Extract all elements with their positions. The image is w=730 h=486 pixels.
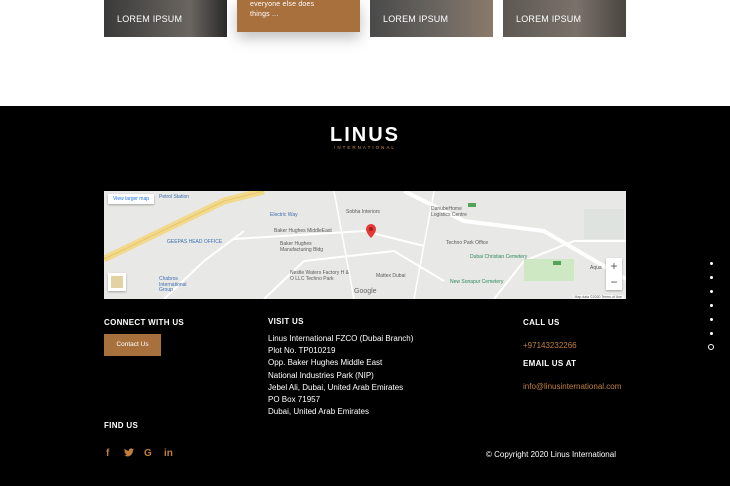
zoom-control[interactable]: + − (606, 258, 622, 290)
feature-card-active[interactable]: everyone else does things ... (237, 0, 360, 32)
map-label: Mattex Dubai (376, 273, 406, 279)
phone-link[interactable]: +97143232266 (523, 341, 577, 350)
nav-dot[interactable] (709, 290, 713, 293)
view-larger-map-link[interactable]: View larger map (108, 194, 155, 204)
map-data-attribution[interactable]: Map data ©2020 Terms of Use (572, 295, 624, 299)
map-label: Petrol Station (159, 194, 190, 200)
zoom-in-button[interactable]: + (606, 258, 622, 274)
feature-card[interactable]: LOREM IPSUM (503, 0, 626, 37)
address-line: National Industries Park (NIP) (268, 370, 374, 380)
connect-heading: CONNECT WITH US (104, 318, 185, 327)
nav-dot[interactable] (709, 262, 713, 265)
map-label: Techno Park Office (446, 240, 489, 246)
address-line: Linus International FZCO (Dubai Branch) (268, 334, 414, 343)
map-label: Sobha Interiors (346, 209, 380, 215)
map-label: Electric Way (270, 212, 298, 218)
location-map[interactable]: View larger map Petrol Station Electric … (104, 191, 626, 299)
map-label: Nestle Waters Factory H & O LLC Techno P… (290, 270, 349, 282)
facebook-icon[interactable]: f (106, 448, 109, 459)
feature-card[interactable]: LOREM IPSUM (104, 0, 227, 37)
visit-heading: VISIT US (268, 317, 304, 326)
map-label: New Sonapur Cemetery (450, 279, 504, 285)
map-label: DanubeHome Logistics Centre (431, 206, 467, 218)
twitter-icon[interactable] (124, 448, 134, 459)
address-line: Dubai, United Arab Emirates (268, 407, 369, 417)
call-heading: CALL US (523, 318, 560, 327)
card-label: LOREM IPSUM (516, 13, 582, 24)
map-label: Baker Hughes MiddleEast (274, 228, 332, 234)
contact-us-button[interactable]: Contact Us (104, 334, 161, 356)
section-nav-dots (707, 262, 715, 361)
nav-dot-active[interactable] (708, 344, 714, 350)
card-label: LOREM IPSUM (117, 13, 183, 24)
linkedin-icon[interactable]: in (164, 448, 173, 459)
address-line: Jebel Ali, Dubai, United Arab Emirates (268, 382, 404, 392)
logo-wordmark: LINUS (330, 124, 400, 146)
map-label: Aqua (590, 265, 602, 271)
card-label: LOREM IPSUM (383, 13, 449, 24)
footer: LINUS INTERNATIONAL View larger map Petr… (0, 106, 730, 486)
top-section: LOREM IPSUM everyone else does things ..… (0, 0, 730, 106)
map-label: GEEPAS HEAD OFFICE (167, 239, 223, 245)
google-icon[interactable]: G (144, 448, 152, 459)
map-label: Dubai Christian Cemetery (470, 254, 528, 260)
map-label: Chabros International Group (159, 276, 187, 293)
logo[interactable]: LINUS INTERNATIONAL (325, 124, 405, 150)
feature-card[interactable]: LOREM IPSUM (370, 0, 493, 37)
email-heading: EMAIL US AT (523, 359, 577, 368)
zoom-out-button[interactable]: − (606, 274, 622, 290)
find-heading: FIND US (104, 421, 139, 430)
nav-dot[interactable] (709, 276, 713, 279)
address-block: Linus International FZCO (Dubai Branch) … (268, 333, 413, 418)
copyright: © Copyright 2020 Linus International (486, 450, 616, 459)
logo-subtitle: INTERNATIONAL (334, 145, 396, 150)
map-label: Baker Hughes Manufacturing Bldg (280, 241, 324, 253)
card-label: everyone else does things ... (250, 1, 315, 18)
address-line: Plot No. TP010219 (268, 346, 336, 356)
google-logo: Google (354, 288, 377, 295)
nav-dot[interactable] (709, 332, 713, 335)
street-view-pegman-icon[interactable] (108, 273, 126, 291)
email-link[interactable]: info@linusinternational.com (523, 382, 621, 391)
nav-dot[interactable] (709, 318, 713, 321)
address-line: Opp. Baker Hughes Middle East (268, 358, 383, 368)
address-line: PO Box 71957 (268, 395, 321, 405)
nav-dot[interactable] (709, 304, 713, 307)
